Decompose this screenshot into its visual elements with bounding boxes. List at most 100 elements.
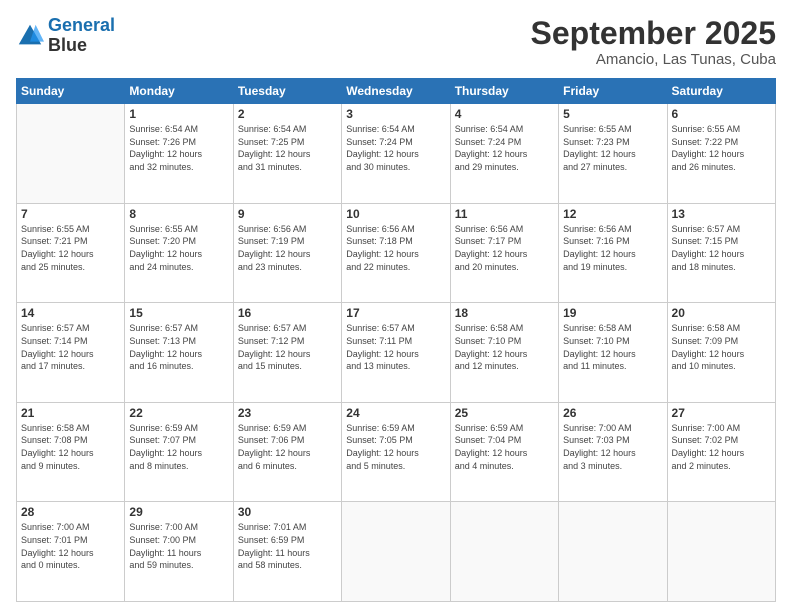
day-number: 27 (672, 406, 771, 420)
calendar-week-row: 21 Sunrise: 6:58 AM Sunset: 7:08 PM Dayli… (17, 402, 776, 502)
day-number: 19 (563, 306, 662, 320)
calendar-cell: 23Sunrise: 6:59 AM Sunset: 7:06 PM Dayli… (233, 402, 341, 502)
day-info: Sunrise: 7:00 AM Sunset: 7:00 PM Dayligh… (129, 521, 228, 571)
day-number: 12 (563, 207, 662, 221)
header: General Blue September 2025 Amancio, Las… (16, 16, 776, 68)
calendar-weekday-tuesday: Tuesday (233, 79, 341, 104)
day-info: Sunrise: 6:58 AM Sunset: 7:10 PM Dayligh… (563, 322, 662, 372)
calendar-cell: 26 Sunrise: 7:00 AM Sunset: 7:03 PM Dayli… (559, 402, 667, 502)
calendar-cell: 25 Sunrise: 6:59 AM Sunset: 7:04 PM Dayli… (450, 402, 558, 502)
calendar-cell: 20Sunrise: 6:58 AM Sunset: 7:09 PM Dayli… (667, 303, 775, 403)
calendar-cell: 29 Sunrise: 7:00 AM Sunset: 7:00 PM Dayli… (125, 502, 233, 602)
day-number: 24 (346, 406, 445, 420)
day-info: Sunrise: 6:57 AM Sunset: 7:14 PM Dayligh… (21, 322, 120, 372)
logo: General Blue (16, 16, 115, 56)
calendar-cell: 24 Sunrise: 6:59 AM Sunset: 7:05 PM Dayli… (342, 402, 450, 502)
title-block: September 2025 Amancio, Las Tunas, Cuba (531, 16, 776, 68)
day-number: 4 (455, 107, 554, 121)
calendar-week-row: 14 Sunrise: 6:57 AM Sunset: 7:14 PM Dayli… (17, 303, 776, 403)
day-number: 25 (455, 406, 554, 420)
calendar-table: SundayMondayTuesdayWednesdayThursdayFrid… (16, 78, 776, 602)
day-info: Sunrise: 6:55 AM Sunset: 7:23 PM Dayligh… (563, 123, 662, 173)
day-number: 1 (129, 107, 228, 121)
calendar-cell: 3Sunrise: 6:54 AM Sunset: 7:24 PM Daylig… (342, 104, 450, 204)
calendar-cell (17, 104, 125, 204)
calendar-header-row: SundayMondayTuesdayWednesdayThursdayFrid… (17, 79, 776, 104)
day-number: 14 (21, 306, 120, 320)
logo-line1: General (48, 15, 115, 35)
month-title: September 2025 (531, 16, 776, 51)
calendar-cell: 21 Sunrise: 6:58 AM Sunset: 7:08 PM Dayli… (17, 402, 125, 502)
day-number: 9 (238, 207, 337, 221)
day-number: 15 (129, 306, 228, 320)
day-info: Sunrise: 6:57 AM Sunset: 7:13 PM Dayligh… (129, 322, 228, 372)
calendar-weekday-wednesday: Wednesday (342, 79, 450, 104)
day-number: 20 (672, 306, 771, 320)
day-number: 18 (455, 306, 554, 320)
day-number: 21 (21, 406, 120, 420)
calendar-weekday-saturday: Saturday (667, 79, 775, 104)
day-number: 17 (346, 306, 445, 320)
calendar-cell: 1 Sunrise: 6:54 AM Sunset: 7:26 PM Daylig… (125, 104, 233, 204)
calendar-week-row: 28Sunrise: 7:00 AM Sunset: 7:01 PM Dayli… (17, 502, 776, 602)
day-info: Sunrise: 6:55 AM Sunset: 7:20 PM Dayligh… (129, 223, 228, 273)
calendar-cell: 18 Sunrise: 6:58 AM Sunset: 7:10 PM Dayli… (450, 303, 558, 403)
day-number: 16 (238, 306, 337, 320)
calendar-cell: 30 Sunrise: 7:01 AM Sunset: 6:59 PM Dayli… (233, 502, 341, 602)
calendar-cell: 11 Sunrise: 6:56 AM Sunset: 7:17 PM Dayli… (450, 203, 558, 303)
day-info: Sunrise: 6:56 AM Sunset: 7:19 PM Dayligh… (238, 223, 337, 273)
day-info: Sunrise: 6:59 AM Sunset: 7:06 PM Dayligh… (238, 422, 337, 472)
day-info: Sunrise: 7:01 AM Sunset: 6:59 PM Dayligh… (238, 521, 337, 571)
day-info: Sunrise: 7:00 AM Sunset: 7:03 PM Dayligh… (563, 422, 662, 472)
day-number: 26 (563, 406, 662, 420)
calendar-cell: 16Sunrise: 6:57 AM Sunset: 7:12 PM Dayli… (233, 303, 341, 403)
calendar-weekday-sunday: Sunday (17, 79, 125, 104)
day-info: Sunrise: 6:57 AM Sunset: 7:11 PM Dayligh… (346, 322, 445, 372)
day-info: Sunrise: 6:58 AM Sunset: 7:10 PM Dayligh… (455, 322, 554, 372)
calendar-cell: 8 Sunrise: 6:55 AM Sunset: 7:20 PM Daylig… (125, 203, 233, 303)
calendar-cell: 17 Sunrise: 6:57 AM Sunset: 7:11 PM Dayli… (342, 303, 450, 403)
day-number: 30 (238, 505, 337, 519)
day-info: Sunrise: 6:59 AM Sunset: 7:05 PM Dayligh… (346, 422, 445, 472)
day-info: Sunrise: 6:56 AM Sunset: 7:17 PM Dayligh… (455, 223, 554, 273)
day-info: Sunrise: 6:58 AM Sunset: 7:08 PM Dayligh… (21, 422, 120, 472)
calendar-cell: 15 Sunrise: 6:57 AM Sunset: 7:13 PM Dayli… (125, 303, 233, 403)
logo-text: General Blue (48, 16, 115, 56)
day-number: 8 (129, 207, 228, 221)
calendar-cell: 5 Sunrise: 6:55 AM Sunset: 7:23 PM Daylig… (559, 104, 667, 204)
day-number: 29 (129, 505, 228, 519)
day-number: 2 (238, 107, 337, 121)
day-info: Sunrise: 6:57 AM Sunset: 7:15 PM Dayligh… (672, 223, 771, 273)
day-info: Sunrise: 6:54 AM Sunset: 7:26 PM Dayligh… (129, 123, 228, 173)
calendar-weekday-monday: Monday (125, 79, 233, 104)
day-info: Sunrise: 6:59 AM Sunset: 7:07 PM Dayligh… (129, 422, 228, 472)
day-number: 5 (563, 107, 662, 121)
calendar-cell (559, 502, 667, 602)
day-info: Sunrise: 7:00 AM Sunset: 7:02 PM Dayligh… (672, 422, 771, 472)
calendar-cell: 28Sunrise: 7:00 AM Sunset: 7:01 PM Dayli… (17, 502, 125, 602)
calendar-cell: 6Sunrise: 6:55 AM Sunset: 7:22 PM Daylig… (667, 104, 775, 204)
day-number: 22 (129, 406, 228, 420)
day-number: 11 (455, 207, 554, 221)
calendar-cell: 12 Sunrise: 6:56 AM Sunset: 7:16 PM Dayli… (559, 203, 667, 303)
calendar-cell: 19 Sunrise: 6:58 AM Sunset: 7:10 PM Dayli… (559, 303, 667, 403)
day-info: Sunrise: 6:59 AM Sunset: 7:04 PM Dayligh… (455, 422, 554, 472)
day-number: 10 (346, 207, 445, 221)
calendar-weekday-thursday: Thursday (450, 79, 558, 104)
calendar-week-row: 1 Sunrise: 6:54 AM Sunset: 7:26 PM Daylig… (17, 104, 776, 204)
calendar-cell (342, 502, 450, 602)
calendar-cell: 2 Sunrise: 6:54 AM Sunset: 7:25 PM Daylig… (233, 104, 341, 204)
calendar-cell (667, 502, 775, 602)
calendar-cell: 7Sunrise: 6:55 AM Sunset: 7:21 PM Daylig… (17, 203, 125, 303)
logo-icon (16, 22, 44, 50)
day-info: Sunrise: 6:56 AM Sunset: 7:16 PM Dayligh… (563, 223, 662, 273)
day-info: Sunrise: 6:55 AM Sunset: 7:21 PM Dayligh… (21, 223, 120, 273)
calendar-cell: 13Sunrise: 6:57 AM Sunset: 7:15 PM Dayli… (667, 203, 775, 303)
calendar-cell: 22 Sunrise: 6:59 AM Sunset: 7:07 PM Dayli… (125, 402, 233, 502)
day-number: 3 (346, 107, 445, 121)
day-number: 6 (672, 107, 771, 121)
calendar-cell: 4 Sunrise: 6:54 AM Sunset: 7:24 PM Daylig… (450, 104, 558, 204)
day-number: 28 (21, 505, 120, 519)
day-info: Sunrise: 6:54 AM Sunset: 7:24 PM Dayligh… (455, 123, 554, 173)
day-info: Sunrise: 6:54 AM Sunset: 7:25 PM Dayligh… (238, 123, 337, 173)
